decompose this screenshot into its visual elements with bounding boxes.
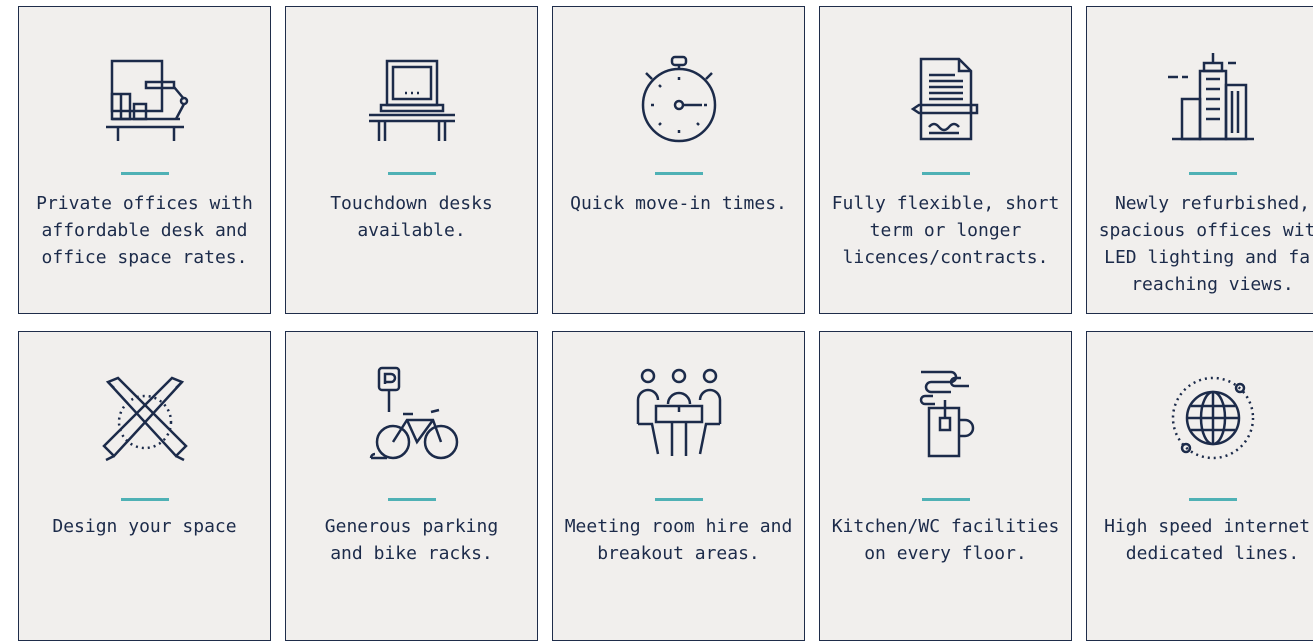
feature-card-parking: Generous parking and bike racks.: [285, 331, 538, 641]
accent-divider: [654, 172, 703, 175]
feature-label: Newly refurbished, spacious offices with…: [1098, 193, 1313, 295]
laptop-desk-icon: [357, 49, 467, 149]
accent-divider: [1188, 498, 1237, 501]
parking-bike-icon: [357, 364, 467, 464]
feature-card-design-space: Design your space: [18, 331, 271, 641]
feature-card-kitchen: Kitchen/WC facilities on every floor.: [819, 331, 1072, 641]
accent-divider: [654, 498, 703, 501]
buildings-icon: [1158, 49, 1268, 149]
feature-label: Private offices with affordable desk and…: [36, 193, 253, 268]
feature-card-refurbished-offices: Newly refurbished, spacious offices with…: [1086, 6, 1313, 314]
accent-divider: [921, 498, 970, 501]
accent-divider: [1188, 172, 1237, 175]
meeting-table-icon: [624, 364, 734, 464]
feature-label: Touchdown desks available.: [330, 193, 493, 241]
accent-divider: [120, 498, 169, 501]
crossed-pencils-icon: [90, 364, 200, 464]
accent-divider: [120, 172, 169, 175]
globe-orbit-icon: [1158, 364, 1268, 464]
feature-card-private-offices: Private offices with affordable desk and…: [18, 6, 271, 314]
feature-label: Fully flexible, short term or longer lic…: [831, 193, 1060, 268]
accent-divider: [387, 172, 436, 175]
feature-card-flexible-licences: Fully flexible, short term or longer lic…: [819, 6, 1072, 314]
feature-card-meeting-room: Meeting room hire and breakout areas.: [552, 331, 805, 641]
accent-divider: [921, 172, 970, 175]
feature-label: Meeting room hire and breakout areas.: [564, 516, 793, 564]
feature-card-move-in: Quick move-in times.: [552, 6, 805, 314]
feature-label: Design your space: [52, 516, 237, 537]
feature-label: Kitchen/WC facilities on every floor.: [831, 516, 1060, 564]
feature-label: Generous parking and bike racks.: [324, 516, 499, 564]
desk-lamp-office-icon: [90, 49, 200, 149]
feature-card-touchdown-desks: Touchdown desks available.: [285, 6, 538, 314]
feature-card-internet: High speed internet, dedicated lines.: [1086, 331, 1313, 641]
feature-label: Quick move-in times.: [570, 193, 787, 214]
feature-label: High speed internet, dedicated lines.: [1104, 516, 1313, 564]
contract-pen-icon: [891, 49, 1001, 149]
accent-divider: [387, 498, 436, 501]
tea-mug-icon: [891, 364, 1001, 464]
stopwatch-icon: [624, 49, 734, 149]
